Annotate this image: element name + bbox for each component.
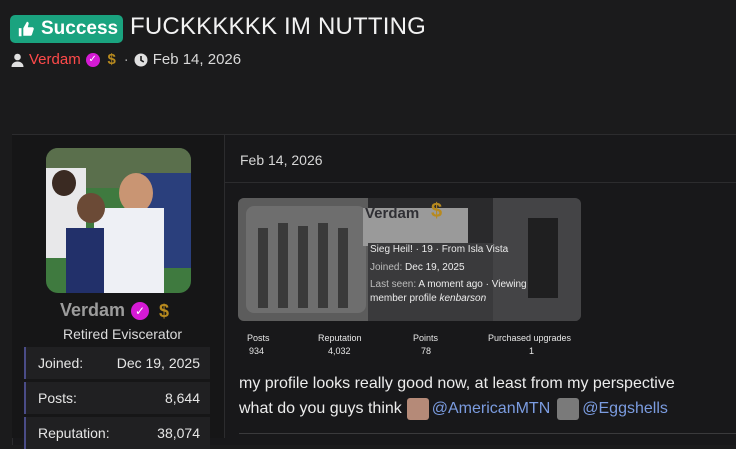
message-line-1: my profile looks really good now, at lea… (239, 375, 675, 392)
embed-stat-label: Purchased upgrades (488, 333, 572, 343)
mention-link[interactable]: @Eggshells (582, 400, 668, 418)
meta-separator: · (123, 51, 129, 68)
stat-label: Reputation: (38, 425, 110, 441)
embed-lastseen-label: Last seen: (370, 279, 417, 290)
embed-bio: Sieg Heil! · 19 · From Isla Vista (370, 244, 509, 255)
mention-link[interactable]: @AmericanMTN (432, 400, 550, 418)
stat-value: 8,644 (164, 390, 200, 406)
thread-prefix-badge[interactable]: Success (10, 15, 123, 43)
stat-reputation: Reputation: 38,074 (24, 417, 210, 449)
stat-joined: Joined: Dec 19, 2025 (24, 347, 210, 379)
embed-stat-value: 1 (529, 346, 535, 356)
embed-stat-value: 934 (249, 346, 265, 356)
embed-joined: Joined: Dec 19, 2025 (370, 262, 465, 273)
embed-username: Verdam (365, 205, 420, 222)
embed-stat-label: Reputation (318, 333, 362, 343)
dollar-badge-icon: $ (159, 300, 170, 321)
dollar-badge-icon: $ (107, 50, 116, 68)
thread-title: FUCKKKKKK IM NUTTING (130, 13, 427, 40)
clock-icon (134, 53, 148, 66)
embed-stat-label: Posts (247, 333, 270, 343)
post-username[interactable]: Verdam ✓ $ (60, 300, 173, 321)
embed-lastseen-value: A moment ago · Viewing (418, 279, 527, 290)
embed-stat-value: 4,032 (328, 346, 351, 356)
message-line-2: what do you guys think @AmericanMTN @Egg… (239, 398, 668, 420)
dollar-badge-icon: $ (431, 200, 443, 222)
thread-meta: Verdam ✓ $ · Feb 14, 2026 (11, 51, 241, 68)
embed-lastseen-user: kenbarson (439, 293, 487, 304)
user-title: Retired Eviscerator (63, 326, 183, 342)
verified-icon: ✓ (85, 52, 100, 67)
author-link[interactable]: Verdam (29, 51, 81, 68)
avatar[interactable] (46, 148, 191, 293)
embed-lastseen-line2: member profile kenbarson (370, 293, 486, 304)
message-divider (225, 182, 736, 183)
verified-icon: ✓ (131, 301, 150, 320)
embed-stat-label: Points (413, 333, 439, 343)
stat-posts: Posts: 8,644 (24, 382, 210, 414)
thread-date[interactable]: Feb 14, 2026 (153, 51, 241, 68)
mention-avatar (406, 398, 429, 420)
embed-joined-label: Joined: (370, 262, 403, 273)
user-icon (11, 53, 24, 67)
stat-label: Posts: (38, 390, 77, 406)
username-text[interactable]: Verdam (60, 300, 125, 321)
prefix-label: Success (41, 18, 119, 39)
mention-avatar (557, 398, 580, 420)
embed-lastseen: Last seen: A moment ago · Viewing (370, 279, 527, 290)
post-date[interactable]: Feb 14, 2026 (240, 152, 323, 168)
stat-value: Dec 19, 2025 (116, 355, 200, 371)
thumbs-up-icon (18, 21, 34, 37)
embed-joined-value: Dec 19, 2025 (405, 262, 465, 273)
embed-stat-value: 78 (421, 346, 432, 356)
message-text: what do you guys think (239, 400, 402, 417)
message-bottom-divider (239, 433, 736, 434)
embed-lastseen-value2: member profile (370, 293, 437, 304)
stat-label: Joined: (38, 355, 84, 371)
stat-value: 38,074 (157, 425, 200, 441)
